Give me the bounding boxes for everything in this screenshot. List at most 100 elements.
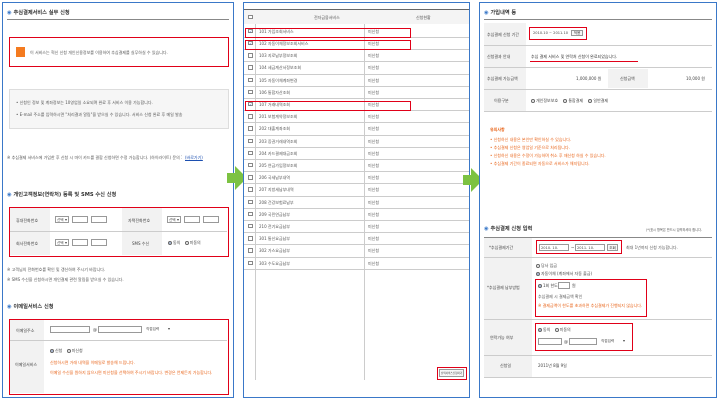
period-to-input[interactable]: 2011. 10. [575, 243, 605, 251]
radio-icon[interactable] [588, 99, 593, 103]
email-id-input[interactable] [50, 326, 90, 333]
footnote-link[interactable]: (바로가기) [185, 155, 203, 161]
checkbox[interactable] [248, 126, 253, 131]
home-last-input[interactable] [203, 216, 219, 223]
radio-icon[interactable] [536, 272, 540, 276]
date-value: 2011년 8월 9일 [538, 363, 567, 368]
service-status: 미신청 [368, 126, 380, 132]
sms-note: ※ 고객님의 전화번호를 확인 및 갱신하여 주시기 바랍니다. [7, 267, 106, 272]
table-row[interactable]: 206 국세납부내역 미신청 [244, 171, 469, 184]
table-row[interactable]: 203 증권거래내역조회 미신청 [244, 135, 469, 148]
radio-icon[interactable] [536, 264, 540, 268]
email-domain-input[interactable] [98, 326, 142, 333]
checkbox[interactable] [248, 138, 253, 144]
checkbox[interactable] [248, 260, 253, 266]
apply-button[interactable]: 적용 [571, 30, 583, 36]
checkbox[interactable] [248, 77, 253, 83]
at-sign: @ [93, 327, 97, 332]
service-status: 미신청 [368, 223, 380, 229]
table-row[interactable]: 208 건강보험료납부 미신청 [244, 196, 469, 209]
email-domain-select[interactable]: 직접입력 [145, 326, 171, 333]
checkbox[interactable] [248, 53, 253, 58]
service-status: 미신청 [368, 89, 380, 95]
phone-prefix-select[interactable]: 선택 [55, 216, 69, 223]
checkbox[interactable] [248, 223, 253, 229]
checkbox[interactable] [248, 175, 253, 180]
submit-selected-services-button[interactable]: 선택서비스신청하기 [438, 368, 465, 378]
method-note: 추심결제 시 결제금액 확인 [538, 294, 583, 299]
table-row[interactable]: 103 지로납부정보조회 미신청 [244, 49, 469, 62]
radio-no-icon[interactable] [66, 349, 71, 353]
radio-yes-icon[interactable] [168, 241, 172, 245]
checkbox[interactable] [248, 187, 253, 192]
period-value: 2010.10 ~ 2011.10 [532, 30, 570, 37]
section-bullet-icon: ◉ [7, 10, 12, 16]
checkbox[interactable] [248, 236, 253, 241]
table-row[interactable]: 104 세금계산서정보조회 미신청 [244, 62, 469, 75]
mail-service-label: 이메일서비스 [15, 362, 38, 367]
method-option-2[interactable]: 자동이체 (계좌에서 자동 출금) [536, 271, 592, 277]
phone-last-input[interactable] [91, 216, 107, 223]
service-status: 미신청 [368, 211, 380, 217]
service-name: 105 자동이체계좌변경 [259, 77, 298, 83]
home-middle-input[interactable] [184, 216, 200, 223]
divider [484, 45, 712, 46]
radio-no-icon[interactable] [184, 241, 189, 245]
highlight-selected [245, 40, 411, 50]
tilde: ~ [571, 244, 575, 250]
sms-form-box: 휴대전화번호 선택 자택전화번호 선택 회사전화번호 선택 SMS 수신 동의 … [9, 207, 229, 257]
divider [484, 377, 712, 378]
period-from-input[interactable]: 2010. 10. [539, 243, 569, 251]
table-row[interactable]: 301 통신요금납부 미신청 [244, 232, 469, 245]
home-prefix-select[interactable]: 선택 [167, 216, 181, 223]
method-option-1[interactable]: 당사 입금 [536, 263, 557, 269]
table-row[interactable]: 205 연금가입정보조회 미신청 [244, 159, 469, 172]
section-bullet-icon: ◉ [7, 192, 12, 198]
notice-box: 이 서비스는 혁신 신청 개인신용정보를 이용하여 추심결제를 실무하실 수 있… [9, 37, 229, 67]
service-status: 미신청 [368, 260, 380, 266]
checkbox[interactable] [248, 89, 253, 95]
table-row[interactable]: 303 수도요금납부 미신청 [244, 257, 469, 270]
mail-radio-group[interactable]: 신청 미신청 [50, 348, 83, 354]
table-row[interactable]: 202 대출계좌조회 미신청 [244, 123, 469, 136]
radio-icon[interactable] [563, 99, 568, 103]
office-middle-input[interactable] [72, 239, 88, 246]
contact-id-input[interactable] [538, 338, 562, 345]
checkbox[interactable] [248, 162, 253, 168]
period-search-button[interactable]: 조회 [607, 243, 618, 251]
table-row[interactable]: 302 가스요금납부 미신청 [244, 245, 469, 258]
checkbox[interactable] [248, 211, 253, 217]
limit-row: 1회 한도 [538, 283, 558, 289]
service-status: 미신청 [368, 248, 380, 254]
radio-icon[interactable] [531, 99, 535, 103]
usage-options[interactable]: 개인정보보호 통합결제 일반결제 [531, 98, 608, 104]
radio-yes-icon[interactable] [538, 328, 542, 332]
radio-yes-icon[interactable] [50, 349, 54, 353]
phone-middle-input[interactable] [72, 216, 88, 223]
table-row[interactable]: 106 통합자산조회 미신청 [244, 86, 469, 99]
table-row[interactable]: 210 전기요금납부 미신청 [244, 220, 469, 233]
table-row[interactable]: 209 국민연금납부 미신청 [244, 208, 469, 221]
contact-radio-group[interactable]: 동의 미동의 [538, 327, 571, 333]
checkbox[interactable] [248, 114, 253, 119]
contact-domain-input[interactable] [569, 338, 597, 345]
sms-radio-group[interactable]: 동의 미동의 [168, 240, 201, 246]
contact-domain-select[interactable]: 직접입력 [600, 338, 626, 345]
table-row[interactable]: 207 지방세납부내역 미신청 [244, 184, 469, 197]
limit-input[interactable] [558, 281, 570, 289]
checkbox[interactable] [248, 248, 253, 253]
table-row[interactable]: 204 카드결제대금조회 미신청 [244, 147, 469, 160]
select-all-checkbox[interactable] [248, 14, 253, 19]
table-row[interactable]: 201 보험계약정보조회 미신청 [244, 110, 469, 123]
table-row[interactable]: 105 자동이체계좌변경 미신청 [244, 74, 469, 87]
checkbox[interactable] [248, 150, 253, 156]
radio-icon[interactable] [538, 284, 542, 288]
radio-no-icon[interactable] [554, 328, 559, 332]
office-last-input[interactable] [91, 239, 107, 246]
checkbox[interactable] [248, 65, 253, 70]
divider [484, 257, 712, 258]
checkbox[interactable] [248, 199, 253, 205]
office-prefix-select[interactable]: 선택 [55, 239, 69, 246]
result-label: 신청결과 안내 [487, 54, 511, 59]
service-status: 미신청 [368, 162, 380, 168]
